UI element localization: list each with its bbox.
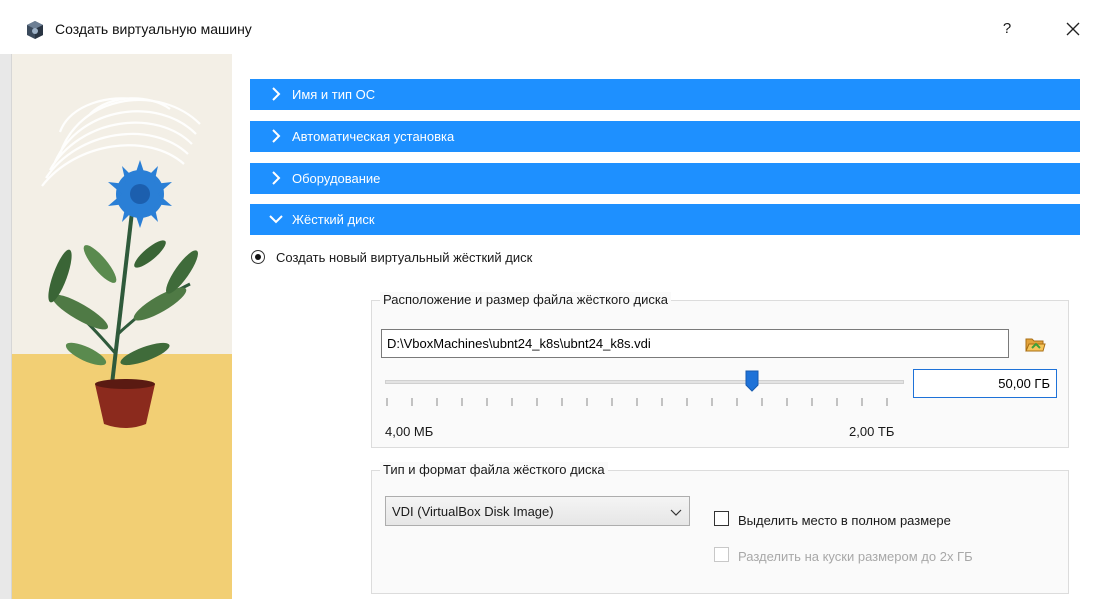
create-new-disk-radio[interactable] xyxy=(251,250,265,264)
chevron-down-icon xyxy=(269,215,283,224)
slider-tick-marks xyxy=(386,398,888,406)
close-icon[interactable] xyxy=(1058,15,1088,43)
chevron-right-icon xyxy=(272,87,281,101)
disk-size-slider-handle[interactable] xyxy=(745,370,759,392)
window-title: Создать виртуальную машину xyxy=(55,21,252,37)
slider-min-label: 4,00 МБ xyxy=(385,424,434,439)
section-label: Оборудование xyxy=(292,171,381,186)
chevron-right-icon xyxy=(272,171,281,185)
preallocate-label[interactable]: Выделить место в полном размере xyxy=(738,513,951,528)
section-name-os-type[interactable]: Имя и тип ОС xyxy=(250,79,1080,110)
disk-path-input[interactable] xyxy=(381,329,1009,358)
wizard-illustration xyxy=(0,54,232,599)
format-group-title: Тип и формат файла жёсткого диска xyxy=(380,462,608,477)
section-unattended-install[interactable]: Автоматическая установка xyxy=(250,121,1080,152)
chevron-right-icon xyxy=(272,129,281,143)
preallocate-checkbox[interactable] xyxy=(714,511,729,526)
chevron-down-icon xyxy=(670,509,682,516)
split-disk-checkbox xyxy=(714,547,729,562)
disk-size-input[interactable] xyxy=(913,369,1057,398)
disk-format-select[interactable]: VDI (VirtualBox Disk Image) xyxy=(385,496,690,526)
slider-max-label: 2,00 ТБ xyxy=(849,424,895,439)
section-hard-disk[interactable]: Жёсткий диск xyxy=(250,204,1080,235)
section-label: Имя и тип ОС xyxy=(292,87,376,102)
disk-size-slider-track[interactable] xyxy=(385,380,904,384)
format-group xyxy=(371,470,1069,594)
disk-format-value: VDI (VirtualBox Disk Image) xyxy=(392,504,554,519)
folder-open-icon[interactable] xyxy=(1024,333,1046,355)
help-button[interactable]: ? xyxy=(996,17,1018,41)
left-window-edge xyxy=(0,54,12,599)
split-disk-label: Разделить на куски размером до 2х ГБ xyxy=(738,549,973,564)
create-new-disk-label[interactable]: Создать новый виртуальный жёсткий диск xyxy=(276,250,532,265)
title-bar: Создать виртуальную машину ? xyxy=(0,0,1097,54)
location-group-title: Расположение и размер файла жёсткого дис… xyxy=(380,292,672,307)
section-label: Автоматическая установка xyxy=(292,129,455,144)
section-hardware[interactable]: Оборудование xyxy=(250,163,1080,194)
virtualbox-icon xyxy=(27,21,43,39)
section-label: Жёсткий диск xyxy=(292,212,375,227)
